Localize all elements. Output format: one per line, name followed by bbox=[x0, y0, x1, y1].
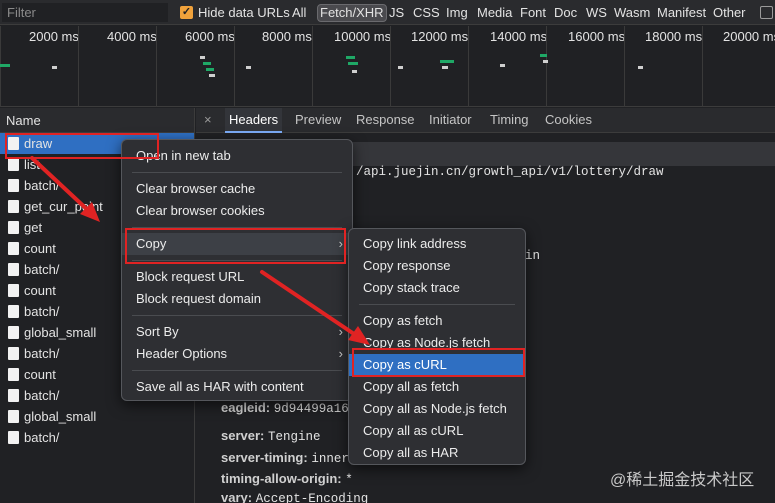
watermark: @稀土掘金技术社区 bbox=[610, 472, 755, 489]
annotation-arrows bbox=[30, 156, 370, 345]
arrow-icon bbox=[30, 156, 100, 222]
arrow-icon bbox=[260, 270, 370, 345]
